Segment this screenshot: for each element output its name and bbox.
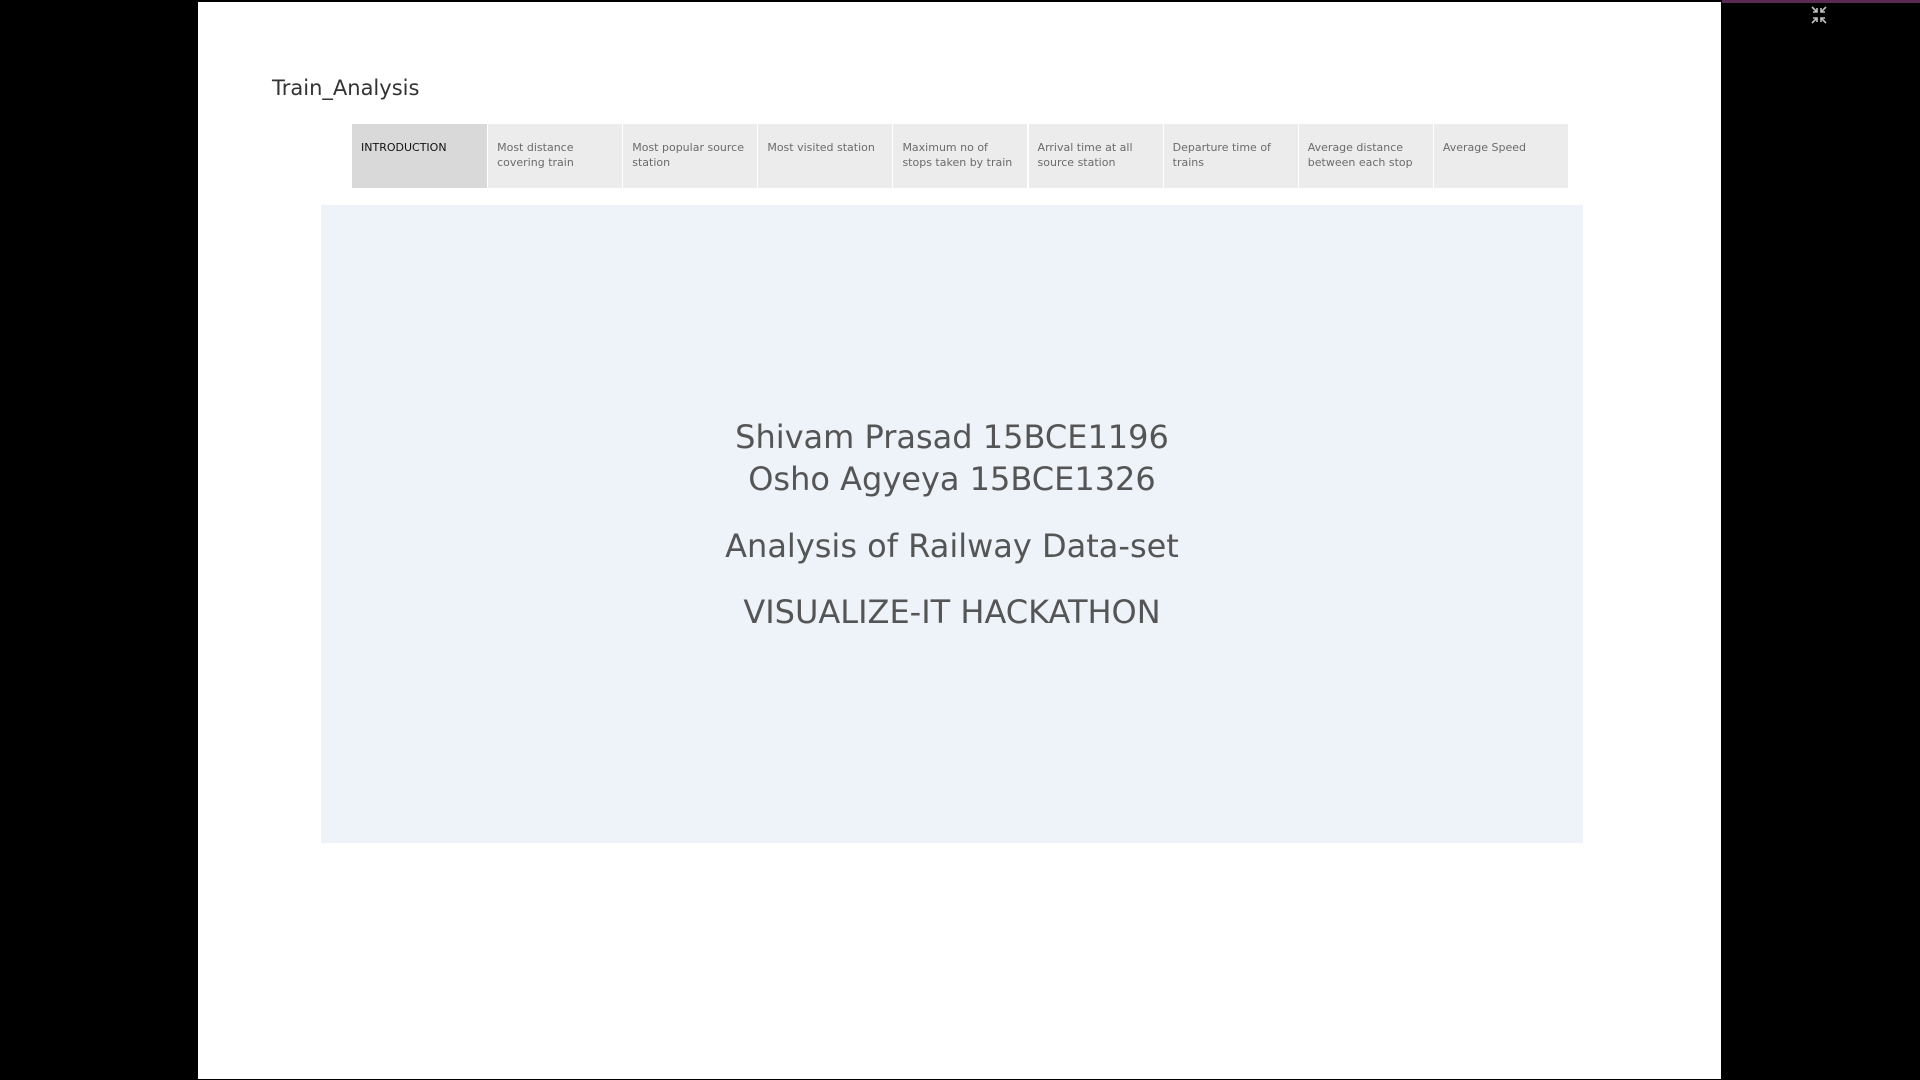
tab-most-distance-covering-train[interactable]: Most distance covering train — [487, 124, 623, 188]
dashboard-stage: Train_Analysis INTRODUCTION Most distanc… — [198, 2, 1721, 1079]
tab-maximum-no-of-stops[interactable]: Maximum no of stops taken by train — [892, 124, 1028, 188]
dashboard-title: Train_Analysis — [272, 76, 420, 100]
tab-average-distance[interactable]: Average distance between each stop — [1297, 124, 1433, 188]
tab-departure-time[interactable]: Departure time of trains — [1162, 124, 1298, 188]
tab-introduction[interactable]: INTRODUCTION — [352, 124, 487, 188]
tab-most-visited-station[interactable]: Most visited station — [757, 124, 893, 188]
story-tabs: INTRODUCTION Most distance covering trai… — [352, 124, 1568, 188]
tab-average-speed[interactable]: Average Speed — [1432, 124, 1568, 188]
exit-fullscreen-icon — [1811, 6, 1827, 24]
event-name: VISUALIZE-IT HACKATHON — [743, 593, 1161, 631]
introduction-panel: Shivam Prasad 15BCE1196 Osho Agyeya 15BC… — [321, 205, 1583, 843]
tab-most-popular-source-station[interactable]: Most popular source station — [622, 124, 758, 188]
analysis-subtitle: Analysis of Railway Data-set — [725, 527, 1179, 565]
author-line-2: Osho Agyeya 15BCE1326 — [748, 460, 1156, 498]
exit-fullscreen-button[interactable] — [1806, 4, 1832, 26]
author-line-1: Shivam Prasad 15BCE1196 — [735, 418, 1169, 456]
tab-arrival-time[interactable]: Arrival time at all source station — [1027, 124, 1163, 188]
top-accent-bar — [1722, 0, 1920, 3]
